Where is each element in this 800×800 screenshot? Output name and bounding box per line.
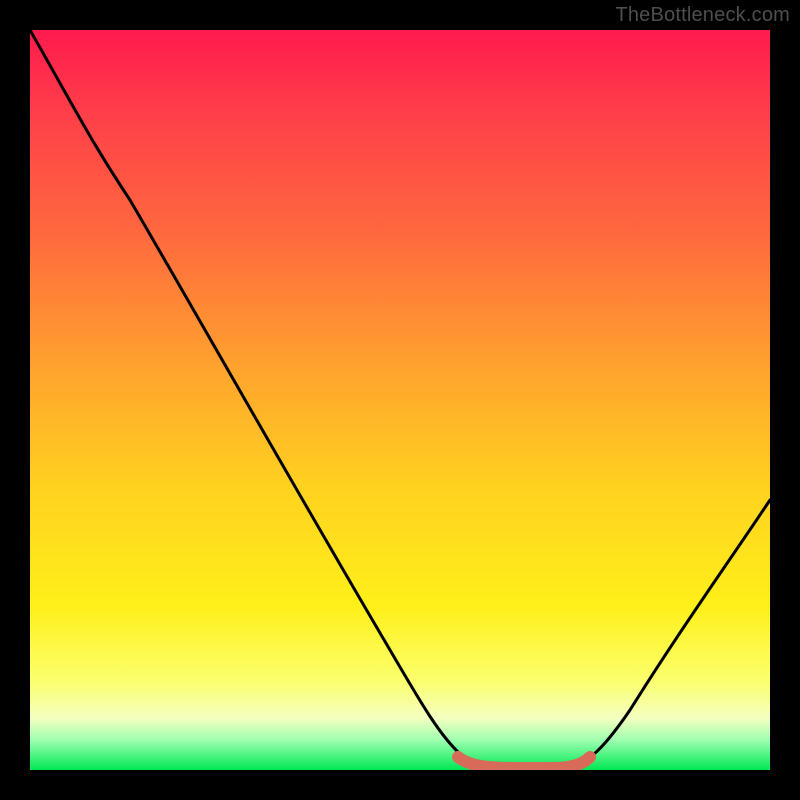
watermark-text: TheBottleneck.com <box>615 4 790 27</box>
curve-svg <box>30 30 770 770</box>
optimal-range-marker <box>458 757 590 768</box>
chart-frame: TheBottleneck.com <box>0 0 800 800</box>
plot-area <box>30 30 770 770</box>
bottleneck-curve <box>30 30 770 768</box>
